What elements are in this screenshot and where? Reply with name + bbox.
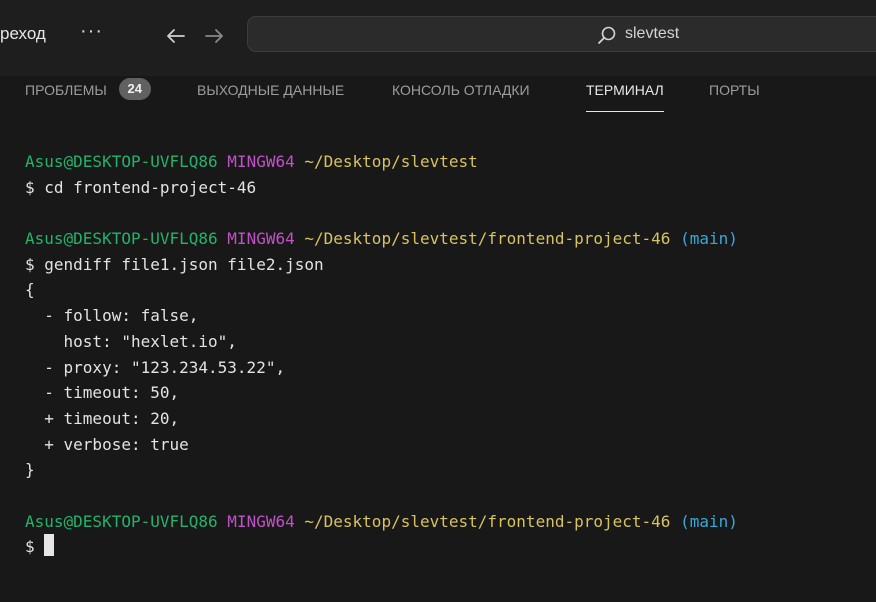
terminal-output-line: - follow: false,: [25, 306, 199, 326]
panel-tabs: ПРОБЛЕМЫ 24 ВЫХОДНЫЕ ДАННЫЕ КОНСОЛЬ ОТЛАД…: [0, 76, 876, 116]
tab-output-label: ВЫХОДНЫЕ ДАННЫЕ: [197, 82, 345, 98]
prompt-path: ~/Desktop/slevtest: [304, 152, 478, 171]
back-button[interactable]: [162, 22, 190, 50]
command-center-search[interactable]: slevtest: [247, 16, 876, 52]
terminal-output-line: - timeout: 50,: [25, 383, 180, 403]
tab-terminal-label: ТЕРМИНАЛ: [586, 82, 664, 98]
terminal-command-line: $ cd frontend-project-46: [25, 177, 257, 197]
tab-debug-console[interactable]: КОНСОЛЬ ОТЛАДКИ: [392, 82, 530, 108]
terminal-prompt-line: Asus@DESKTOP-UVFLQ86 MINGW64 ~/Desktop/s…: [25, 509, 738, 535]
prompt-user: Asus@DESKTOP-UVFLQ86: [25, 229, 218, 249]
input-prompt: $: [25, 537, 45, 557]
prompt-env: MINGW64: [227, 511, 295, 531]
prompt-env: MINGW64: [227, 229, 295, 249]
terminal-output-line: {: [25, 280, 35, 300]
search-icon: [598, 26, 616, 44]
terminal-command-line: $ gendiff file1.json file2.json: [25, 254, 324, 274]
terminal-cursor: [44, 534, 55, 557]
terminal-output-line: host: "hexlet.io",: [25, 331, 237, 351]
terminal-output-line: + timeout: 20,: [25, 408, 180, 428]
more-menu-icon[interactable]: ···: [80, 20, 103, 43]
prompt-user: Asus@DESKTOP-UVFLQ86: [25, 152, 218, 171]
prompt-env: MINGW64: [227, 152, 295, 171]
vscode-window: реход ··· slevtest ПРОБЛЕМЫ 24 ВЫХОДНЫЕ Д…: [0, 0, 876, 602]
tab-problems-label: ПРОБЛЕМЫ: [25, 81, 107, 98]
search-text: slevtest: [625, 25, 680, 42]
tab-output[interactable]: ВЫХОДНЫЕ ДАННЫЕ: [197, 82, 344, 108]
menu-go[interactable]: реход: [0, 24, 46, 44]
tab-terminal[interactable]: ТЕРМИНАЛ: [586, 82, 664, 112]
arrow-right-icon: [205, 29, 223, 43]
terminal-input-line[interactable]: $: [25, 534, 738, 560]
tab-debug-console-label: КОНСОЛЬ ОТЛАДКИ: [392, 82, 530, 98]
prompt-branch: (main): [680, 229, 738, 249]
terminal-prompt-line: Asus@DESKTOP-UVFLQ86 MINGW64 ~/Desktop/s…: [25, 226, 738, 252]
terminal-output-line: }: [25, 460, 35, 480]
tab-ports[interactable]: ПОРТЫ: [709, 82, 760, 108]
terminal-output-line: - proxy: "123.234.53.22",: [25, 357, 286, 377]
terminal-view[interactable]: Asus@DESKTOP-UVFLQ86 MINGW64 ~/Desktop/s…: [0, 116, 876, 602]
prompt-path: ~/Desktop/slevtest/frontend-project-46: [304, 229, 671, 249]
title-bar: реход ··· slevtest: [0, 0, 876, 76]
prompt-path: ~/Desktop/slevtest/frontend-project-46: [304, 511, 671, 531]
active-tab-indicator: [586, 111, 664, 112]
prompt-branch: (main): [680, 511, 738, 531]
tab-problems[interactable]: ПРОБЛЕМЫ 24: [25, 78, 151, 104]
problems-count-badge: 24: [118, 78, 151, 100]
tab-ports-label: ПОРТЫ: [709, 82, 760, 98]
prompt-user: Asus@DESKTOP-UVFLQ86: [25, 511, 218, 531]
terminal-lines: Asus@DESKTOP-UVFLQ86 MINGW64 ~/Desktop/s…: [25, 149, 738, 560]
forward-button[interactable]: [200, 22, 228, 50]
arrow-left-icon: [167, 29, 185, 43]
terminal-prompt-line: Asus@DESKTOP-UVFLQ86 MINGW64 ~/Desktop/s…: [25, 149, 738, 175]
terminal-output-line: + verbose: true: [25, 434, 189, 454]
